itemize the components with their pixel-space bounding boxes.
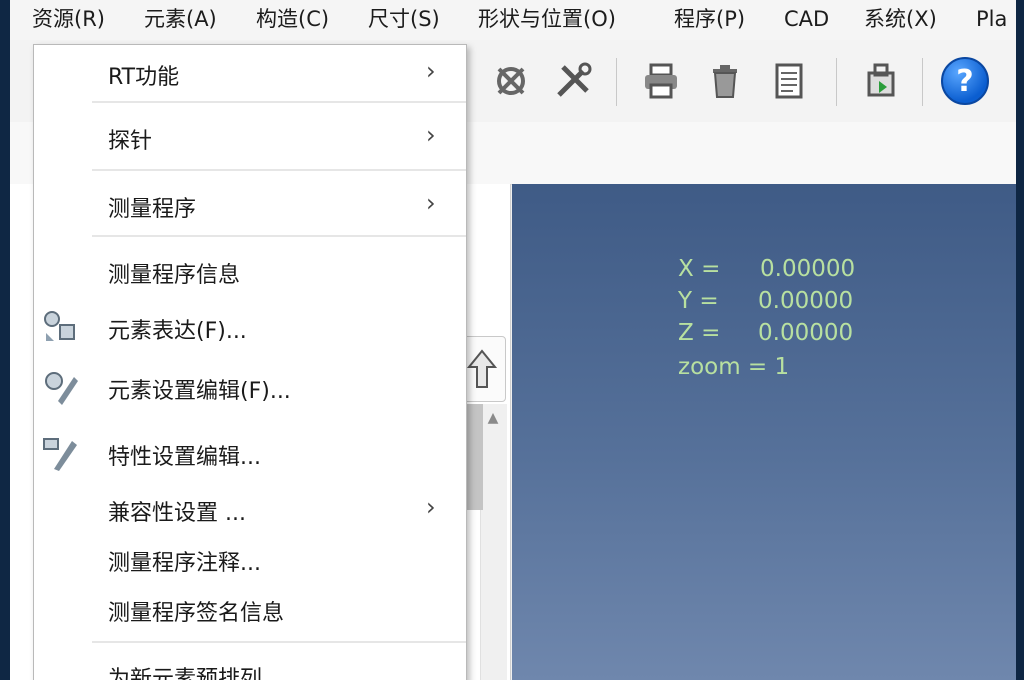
window-border: [1016, 0, 1024, 680]
resources-dropdown-menu: RT功能 › 探针 › 测量程序 › 测量程序信息 元素表达(F)... 元素设…: [33, 44, 467, 680]
menu-cad[interactable]: CAD: [784, 4, 829, 34]
tool-icon[interactable]: [486, 56, 536, 106]
measure-icon[interactable]: [548, 56, 598, 106]
menu-item-probe[interactable]: 探针 ›: [34, 113, 466, 169]
menu-bar: 资源(R) 元素(A) 构造(C) 尺寸(S) 形状与位置(O) 程序(P) C…: [10, 0, 1016, 41]
scroll-up-arrow-icon[interactable]: ▲: [480, 410, 506, 432]
y-label: Y =: [678, 288, 719, 314]
menu-program[interactable]: 程序(P): [674, 4, 745, 34]
menu-item-feature-expression[interactable]: 元素表达(F)...: [34, 303, 466, 359]
menu-construct[interactable]: 构造(C): [256, 4, 329, 34]
menu-item-label: 兼容性设置 ...: [108, 501, 246, 526]
menu-elements[interactable]: 元素(A): [144, 4, 217, 34]
menu-item-label: 元素表达(F)...: [108, 319, 247, 344]
menu-item-label: 测量程序注释...: [108, 551, 261, 576]
menu-item-label: 测量程序信息: [108, 263, 241, 288]
menu-item-program-info[interactable]: 测量程序信息: [34, 247, 466, 303]
menu-form-position[interactable]: 形状与位置(O): [478, 4, 616, 34]
y-value: 0.00000: [758, 288, 854, 314]
menu-item-rt-function[interactable]: RT功能 ›: [34, 49, 466, 105]
submenu-arrow-icon: ›: [426, 57, 436, 85]
menu-resources[interactable]: 资源(R): [32, 4, 105, 34]
menu-item-program-signature[interactable]: 测量程序签名信息: [34, 585, 466, 641]
scrollbar-track[interactable]: [480, 404, 507, 680]
z-value: 0.00000: [758, 320, 854, 346]
x-value: 0.00000: [760, 256, 856, 282]
application-window: 资源(R) 元素(A) 构造(C) 尺寸(S) 形状与位置(O) 程序(P) C…: [10, 0, 1016, 680]
graphics-viewport[interactable]: X = 0.00000 Y = 0.00000 Z = 0.00000 zoom…: [512, 184, 1016, 680]
report-icon[interactable]: [764, 56, 814, 106]
x-label: X =: [678, 256, 721, 282]
menu-item-compatibility-settings[interactable]: 兼容性设置 ... ›: [34, 485, 466, 541]
menu-item-program-comment[interactable]: 测量程序注释...: [34, 535, 466, 591]
menu-item-label: 测量程序: [108, 197, 197, 222]
characteristic-edit-icon: [38, 433, 82, 477]
delete-icon[interactable]: [700, 56, 750, 106]
menu-system[interactable]: 系统(X): [864, 4, 937, 34]
menu-item-feature-settings-edit[interactable]: 元素设置编辑(F)...: [34, 363, 466, 419]
menu-item-label: 元素设置编辑(F)...: [108, 379, 291, 404]
print-icon[interactable]: [636, 56, 686, 106]
menu-item-label: 测量程序签名信息: [108, 601, 285, 626]
menu-item-prearrange-new-features[interactable]: 为新元素预排列...: [34, 651, 466, 680]
zoom-readout: zoom = 1: [678, 354, 790, 380]
submenu-arrow-icon: ›: [426, 493, 436, 521]
menu-item-label: 特性设置编辑...: [108, 445, 261, 470]
feature-settings-icon: [38, 367, 82, 411]
menu-dimension[interactable]: 尺寸(S): [368, 4, 440, 34]
menu-item-measurement-program[interactable]: 测量程序 ›: [34, 181, 466, 237]
help-icon[interactable]: ?: [940, 56, 990, 106]
export-icon[interactable]: [856, 56, 906, 106]
menu-plan[interactable]: Pla: [976, 4, 1007, 34]
feature-expression-icon: [38, 307, 82, 351]
scrollbar-thumb[interactable]: [465, 404, 483, 510]
submenu-arrow-icon: ›: [426, 189, 436, 217]
submenu-arrow-icon: ›: [426, 121, 436, 149]
menu-item-characteristic-edit[interactable]: 特性设置编辑...: [34, 429, 466, 485]
menu-item-label: 为新元素预排列...: [108, 667, 283, 680]
menu-item-label: 探针: [108, 129, 153, 154]
menu-item-label: RT功能: [108, 65, 180, 90]
z-label: Z =: [678, 320, 721, 346]
